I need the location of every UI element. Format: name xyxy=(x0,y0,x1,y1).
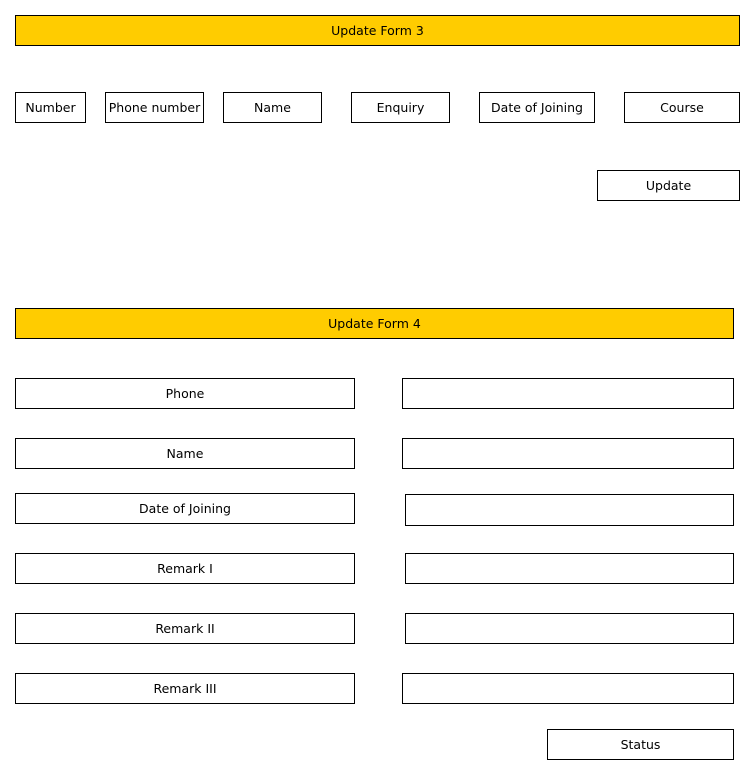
remark-2-input[interactable] xyxy=(405,613,734,644)
enquiry-field[interactable]: Enquiry xyxy=(351,92,450,123)
date-of-joining-input[interactable] xyxy=(405,494,734,526)
update-form-4-header: Update Form 4 xyxy=(15,308,734,339)
remark-3-label: Remark III xyxy=(15,673,355,704)
name-label: Name xyxy=(15,438,355,469)
remark-1-input[interactable] xyxy=(405,553,734,584)
name-input[interactable] xyxy=(402,438,734,469)
date-of-joining-field[interactable]: Date of Joining xyxy=(479,92,595,123)
remark-1-label: Remark I xyxy=(15,553,355,584)
course-field[interactable]: Course xyxy=(624,92,740,123)
name-field[interactable]: Name xyxy=(223,92,322,123)
phone-label: Phone xyxy=(15,378,355,409)
date-of-joining-label: Date of Joining xyxy=(15,493,355,524)
number-field[interactable]: Number xyxy=(15,92,86,123)
status-button[interactable]: Status xyxy=(547,729,734,760)
remark-2-label: Remark II xyxy=(15,613,355,644)
update-button[interactable]: Update xyxy=(597,170,740,201)
phone-input[interactable] xyxy=(402,378,734,409)
remark-3-input[interactable] xyxy=(402,673,734,704)
update-form-3-header: Update Form 3 xyxy=(15,15,740,46)
phone-number-field[interactable]: Phone number xyxy=(105,92,204,123)
